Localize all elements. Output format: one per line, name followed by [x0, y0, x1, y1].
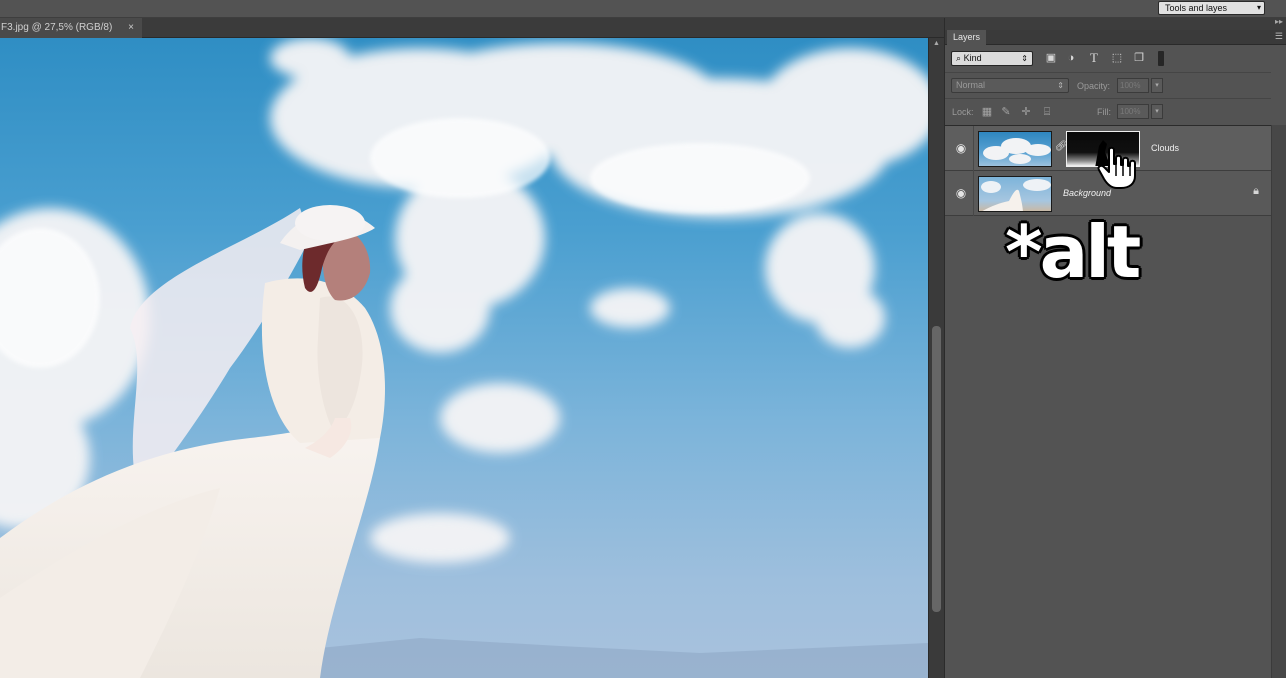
- blend-row: Normal ⇕ Opacity: 100% ▾: [945, 72, 1271, 98]
- hand-cursor-icon: [1097, 146, 1136, 189]
- canvas-photo: [0, 38, 928, 678]
- document-tab-title: F3.jpg @ 27,5% (RGB/8): [1, 22, 113, 33]
- link-icon[interactable]: 🔗︎: [1055, 139, 1068, 155]
- opacity-field[interactable]: 100%: [1117, 78, 1149, 93]
- layers-panel: ▸▸ Layers ☰ ⌕ Kind ⇕ ▣ ◑ T ⬚ ❐ Normal ⇕ …: [944, 17, 1286, 678]
- document-tab[interactable]: F3.jpg @ 27,5% (RGB/8) ×: [0, 18, 142, 38]
- layers-panel-scrollbar[interactable]: [1271, 125, 1286, 678]
- eye-icon[interactable]: ◉: [953, 140, 969, 156]
- pixel-filter-icon[interactable]: ▣: [1044, 51, 1058, 65]
- filter-kind-label: Kind: [963, 53, 982, 63]
- chevron-updown-icon: ⇕: [1057, 81, 1064, 90]
- chevron-down-icon: ▾: [1256, 3, 1261, 12]
- layer-filter-row: ⌕ Kind ⇕ ▣ ◑ T ⬚ ❐: [945, 46, 1271, 72]
- filter-kind-select[interactable]: ⌕ Kind ⇕: [951, 51, 1033, 66]
- fill-label: Fill:: [1097, 107, 1111, 117]
- blend-mode-select[interactable]: Normal ⇕: [951, 78, 1069, 93]
- scrollbar-thumb[interactable]: [932, 326, 941, 612]
- type-filter-icon[interactable]: T: [1087, 51, 1101, 65]
- blend-mode-label: Normal: [956, 80, 986, 90]
- divider: [973, 171, 974, 216]
- search-icon: ⌕: [956, 53, 962, 63]
- close-icon[interactable]: ×: [128, 18, 134, 38]
- panel-dock-strip: ▸▸: [945, 17, 1286, 30]
- lock-transparent-pixels-icon[interactable]: ▦: [980, 105, 994, 119]
- tab-layers[interactable]: Layers: [947, 30, 987, 45]
- layer-thumbnail[interactable]: [978, 176, 1052, 212]
- canvas-vertical-scrollbar[interactable]: ▲: [928, 38, 944, 678]
- smart-object-filter-icon[interactable]: ❐: [1132, 51, 1146, 65]
- workspace-switcher[interactable]: Tools and layes ▾: [1158, 1, 1265, 15]
- document-canvas[interactable]: [0, 38, 928, 678]
- lock-all-icon[interactable]: ⌸: [1040, 105, 1054, 119]
- chevron-updown-icon: ⇕: [1021, 54, 1028, 63]
- lock-image-pixels-icon[interactable]: ✎: [999, 105, 1013, 119]
- options-bar: Tools and layes ▾: [0, 0, 1286, 18]
- background-thumbnail-art: [981, 179, 1051, 211]
- lock-position-icon[interactable]: ✛: [1019, 105, 1033, 119]
- eye-icon[interactable]: ◉: [953, 185, 969, 201]
- filter-toggle-switch[interactable]: [1158, 51, 1164, 66]
- panel-tab-bar: Layers ☰: [945, 30, 1286, 45]
- opacity-label: Opacity:: [1077, 81, 1111, 91]
- layer-name[interactable]: Clouds: [1151, 126, 1179, 171]
- adjustment-filter-icon[interactable]: ◑: [1064, 51, 1078, 65]
- scroll-up-arrow-icon[interactable]: ▲: [933, 40, 940, 47]
- document-tab-bar: F3.jpg @ 27,5% (RGB/8) ×: [0, 18, 944, 38]
- collapse-panels-icon[interactable]: ▸▸: [1275, 17, 1283, 26]
- opacity-dropdown-icon[interactable]: ▾: [1151, 78, 1163, 93]
- panel-menu-icon[interactable]: ☰: [1275, 31, 1283, 42]
- lock-label: Lock:: [952, 107, 974, 117]
- overlay-caption: *alt: [1005, 210, 1141, 294]
- divider: [973, 126, 974, 171]
- shape-filter-icon[interactable]: ⬚: [1110, 51, 1124, 65]
- lock-row: Lock: ▦ ✎ ✛ ⌸ Fill: 100% ▾: [945, 98, 1271, 124]
- padlock-icon: 🔒︎: [1253, 185, 1259, 197]
- layer-thumbnail[interactable]: [978, 131, 1052, 167]
- fill-dropdown-icon[interactable]: ▾: [1151, 104, 1163, 119]
- workspace-label: Tools and layes: [1165, 3, 1228, 13]
- fill-field[interactable]: 100%: [1117, 104, 1149, 119]
